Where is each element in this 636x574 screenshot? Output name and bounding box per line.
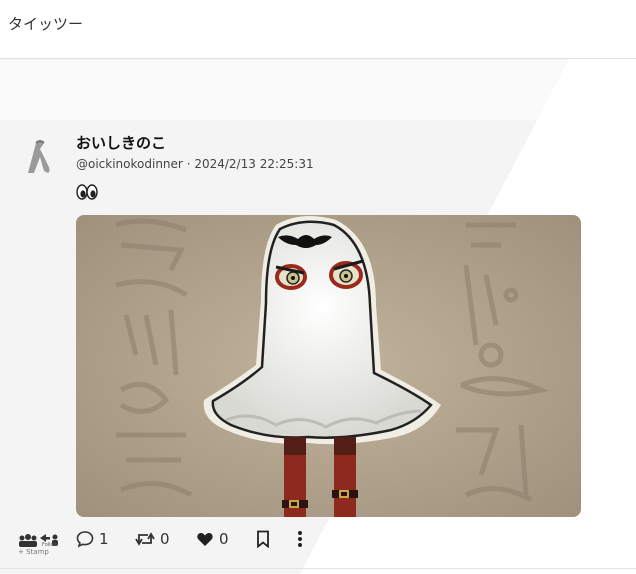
post-timestamp[interactable]: 2024/2/13 22:25:31 [194, 157, 313, 171]
more-vertical-icon [298, 531, 302, 547]
page-title: タイッツー [8, 15, 84, 33]
reply-button[interactable]: 1 [76, 530, 109, 548]
heart-icon [197, 532, 213, 546]
eyes-emoji-icon [76, 184, 98, 200]
author-handle[interactable]: @oickinokodinner [76, 157, 183, 171]
bookmark-button[interactable] [255, 530, 271, 548]
retweet-button[interactable]: 0 [135, 530, 170, 548]
retweet-count: 0 [160, 530, 170, 548]
bookmark-icon [257, 530, 269, 548]
retweet-icon [135, 532, 155, 546]
author-name[interactable]: おいしきのこ [76, 132, 166, 153]
meta-separator: · [186, 157, 191, 171]
like-button[interactable]: 0 [196, 530, 229, 548]
app-header: タイッツー [0, 0, 636, 59]
avatar[interactable] [18, 135, 62, 179]
post-meta: @oickinokodinner · 2024/2/13 22:25:31 [76, 157, 314, 171]
like-count: 0 [219, 530, 229, 548]
post-action-bar: Follow 1 0 0 [0, 525, 636, 555]
post-image[interactable] [76, 215, 581, 517]
comment-icon [76, 531, 94, 548]
stamp-label: + Stamp [18, 548, 49, 556]
divider [0, 568, 636, 569]
more-options-button[interactable] [296, 530, 304, 548]
reply-count: 1 [99, 530, 109, 548]
